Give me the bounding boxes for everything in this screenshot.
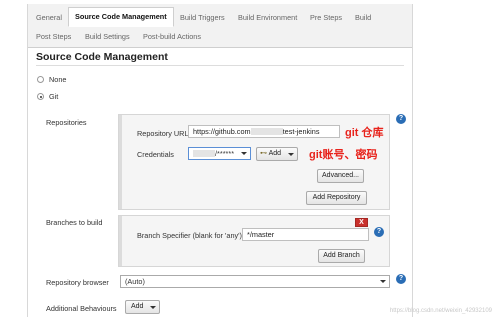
radio-none[interactable] (37, 76, 44, 83)
radio-git[interactable] (37, 93, 44, 100)
tab-source-code-management[interactable]: Source Code Management (68, 7, 174, 27)
tab-build-environment[interactable]: Build Environment (238, 10, 297, 26)
chevron-down-icon (150, 306, 156, 309)
caret-down-icon (241, 152, 247, 155)
tab-general[interactable]: General (36, 10, 62, 26)
help-icon[interactable]: ? (396, 114, 406, 124)
add-branch-button[interactable]: Add Branch (318, 249, 365, 263)
scm-option-git[interactable]: Git (37, 92, 58, 101)
tab-post-steps[interactable]: Post Steps (36, 29, 71, 45)
scm-option-git-label: Git (49, 92, 59, 101)
annotation-git-account: git账号、密码 (309, 149, 378, 161)
key-icon: ⊷ (260, 150, 267, 157)
add-behaviour-button[interactable]: Add (125, 300, 160, 314)
repository-browser-value: (Auto) (125, 277, 145, 286)
branch-specifier-input[interactable]: */master (242, 228, 369, 241)
credentials-label: Credentials (137, 150, 174, 159)
annotation-git-repo: git 仓库 (345, 127, 384, 139)
add-behaviour-label: Add (131, 303, 144, 310)
credentials-value: /****** (215, 149, 235, 158)
caret-down-icon (380, 280, 386, 283)
watermark: https://blog.csdn.net/weixin_42932109 (389, 308, 492, 314)
delete-branch-button[interactable]: X (355, 218, 368, 227)
advanced-button[interactable]: Advanced... (317, 169, 364, 183)
tab-build-settings[interactable]: Build Settings (85, 29, 130, 45)
additional-behaviours-label: Additional Behaviours (46, 304, 117, 313)
tab-pre-steps[interactable]: Pre Steps (310, 10, 342, 26)
config-tabs: General Source Code Management Build Tri… (28, 4, 412, 48)
chevron-down-icon (288, 153, 294, 156)
repositories-label: Repositories (46, 118, 87, 127)
credentials-select[interactable]: /****** (188, 147, 251, 160)
tab-post-build-actions[interactable]: Post-build Actions (143, 29, 201, 45)
help-icon[interactable]: ? (396, 274, 406, 284)
tab-build[interactable]: Build (355, 10, 371, 26)
section-title: Source Code Management (36, 51, 168, 63)
add-credentials-button[interactable]: ⊷ Add (256, 147, 298, 161)
scm-option-none[interactable]: None (37, 75, 66, 84)
branches-label: Branches to build (46, 218, 103, 227)
section-divider (36, 65, 404, 66)
repository-url-input[interactable]: https://github.com test-jenkins (188, 125, 340, 138)
repository-url-suffix: test-jenkins (282, 127, 320, 136)
help-icon[interactable]: ? (374, 227, 384, 237)
repository-browser-label: Repository browser (46, 278, 109, 287)
redacted-credentials-segment (193, 150, 215, 157)
repository-browser-select[interactable]: (Auto) (120, 275, 390, 288)
add-credentials-label: Add (268, 150, 282, 157)
branch-specifier-label: Branch Specifier (blank for 'any') (137, 231, 242, 240)
redacted-url-segment (250, 128, 283, 135)
add-repository-button[interactable]: Add Repository (306, 191, 367, 205)
repository-url-prefix: https://github.com (193, 127, 251, 136)
repository-url-label: Repository URL (137, 129, 189, 138)
job-config-frame: General Source Code Management Build Tri… (27, 4, 413, 317)
tab-build-triggers[interactable]: Build Triggers (180, 10, 225, 26)
scm-option-none-label: None (49, 75, 67, 84)
